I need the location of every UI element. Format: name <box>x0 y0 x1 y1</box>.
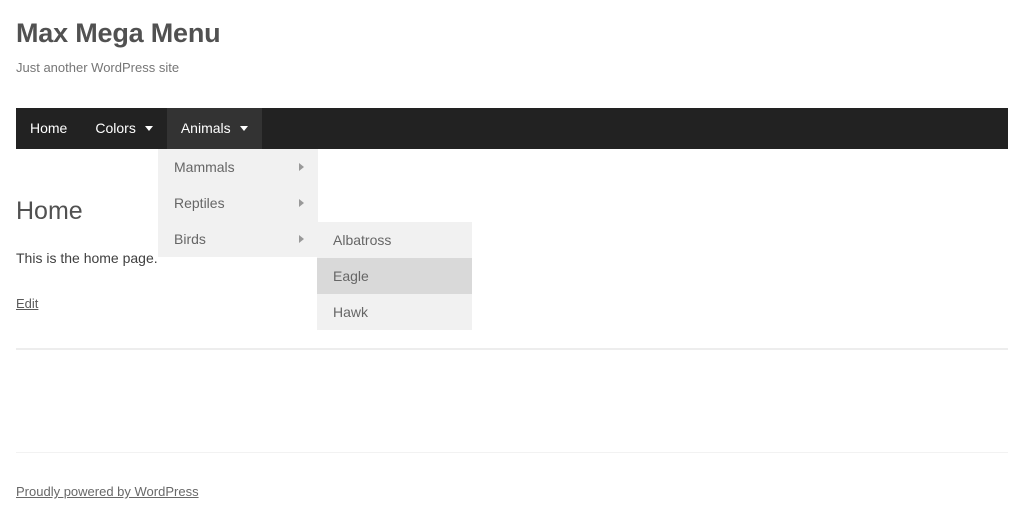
content-divider-top <box>16 348 1008 350</box>
site-title[interactable]: Max Mega Menu <box>16 16 1008 50</box>
caret-down-icon <box>144 126 153 131</box>
site-header: Max Mega Menu Just another WordPress sit… <box>16 16 1008 77</box>
primary-navigation: Home Colors Animals <box>16 108 1008 149</box>
edit-link[interactable]: Edit <box>16 295 38 313</box>
main-content: Home This is the home page. Edit <box>16 195 616 313</box>
page-title: Home <box>16 197 83 225</box>
site-footer: Proudly powered by WordPress <box>16 483 616 501</box>
nav-item-colors[interactable]: Colors <box>81 108 166 149</box>
page-paragraph: This is the home page. <box>16 250 158 266</box>
nav-item-label: Animals <box>180 120 231 136</box>
caret-right-icon <box>299 163 304 171</box>
submenu-item-label: Mammals <box>174 159 235 175</box>
nav-item-home[interactable]: Home <box>16 108 81 149</box>
nav-item-label: Colors <box>95 120 136 136</box>
submenu-item-mammals[interactable]: Mammals <box>158 149 318 185</box>
nav-list: Home Colors Animals <box>16 108 1008 149</box>
caret-down-icon <box>239 126 248 131</box>
site-tagline: Just another WordPress site <box>16 60 180 75</box>
wordpress-credit-link[interactable]: Proudly powered by WordPress <box>16 484 199 499</box>
nav-item-label: Home <box>30 120 68 136</box>
content-divider-bottom <box>16 452 1008 453</box>
nav-item-animals[interactable]: Animals <box>166 108 262 149</box>
